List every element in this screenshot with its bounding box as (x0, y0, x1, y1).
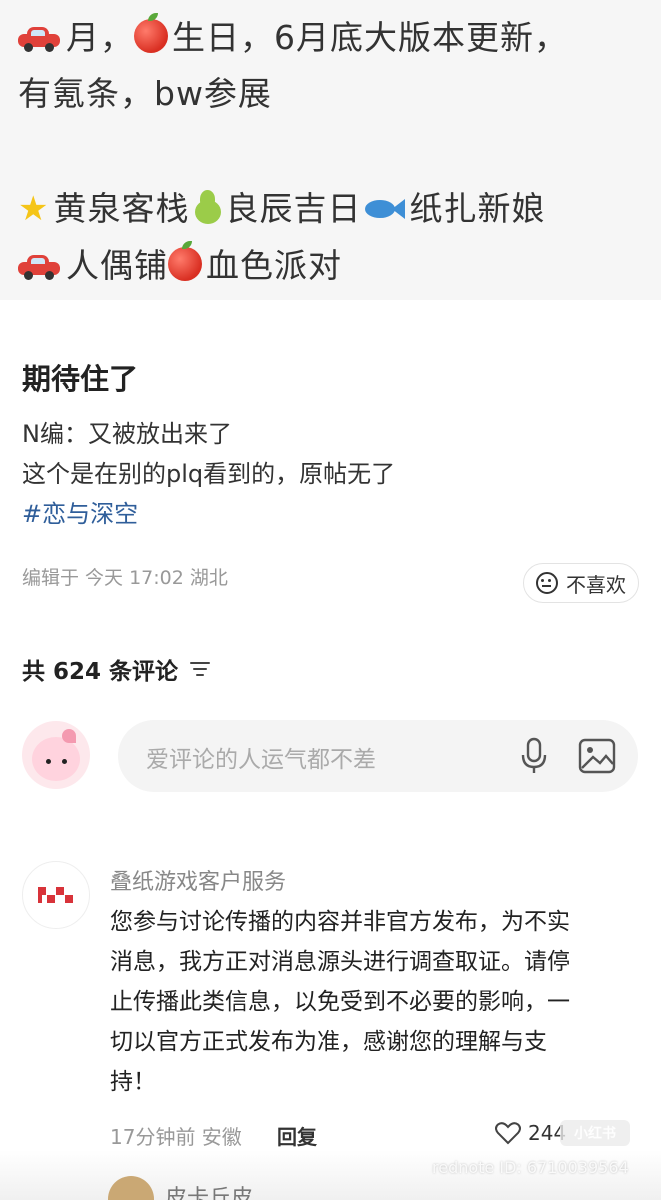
watermark-text: rednote ID: 6710039564 (432, 1158, 629, 1177)
post-image-text: 生日，6月底大版本更新， (172, 18, 568, 57)
comment-author[interactable]: 皮卡丘皮 (165, 1180, 253, 1200)
post-body-line: N编：又被放出来了 (22, 420, 232, 448)
watermark-logo: 小红书 (560, 1120, 630, 1146)
fish-emoji-icon (365, 198, 406, 220)
post-image[interactable]: 月， 生日，6月底大版本更新， 有氪条，bw参展 ★ 黄泉客栈 良辰吉日 纸扎新娘 人偶… (0, 0, 661, 300)
post-image-text: 人偶铺 (66, 246, 168, 285)
comment-count-header: 共 624 条评论 (22, 652, 211, 686)
avatar[interactable] (22, 721, 90, 789)
post-image-text: 纸扎新娘 (409, 189, 546, 228)
comment-input-placeholder: 爱评论的人运气都不差 (146, 747, 376, 773)
comment-meta: 17分钟前 安徽 (110, 1125, 242, 1149)
car-emoji-icon (18, 255, 60, 280)
comment-text: 您参与讨论传播的内容并非官方发布，为不实 消息，我方正对消息源头进行调查取证。请… (110, 902, 630, 1102)
post-meta: 编辑于 今天 17:02 湖北 (22, 567, 228, 589)
avatar[interactable] (22, 861, 90, 929)
post-image-line-2: 有氪条，bw参展 (18, 74, 272, 114)
comment-text-line: 切以官方正式发布为准，感谢您的理解与支 (110, 1029, 547, 1055)
reply-button[interactable]: 回复 (277, 1121, 317, 1150)
post-image-text: 月， (66, 18, 134, 57)
comment-text-line: 消息，我方正对消息源头进行调查取证。请停 (110, 949, 570, 975)
company-logo-icon (38, 887, 74, 903)
comment-count-label: 共 624 条评论 (22, 659, 179, 685)
post-detail-page: 月， 生日，6月底大版本更新， 有氪条，bw参展 ★ 黄泉客栈 良辰吉日 纸扎新娘 人偶… (0, 0, 661, 1200)
comment-author[interactable]: 叠纸游戏客户服务 (110, 864, 286, 896)
post-image-text: 血色派对 (206, 246, 342, 285)
image-icon[interactable] (578, 738, 616, 774)
post-body-line: 这个是在别的plq看到的，原帖无了 (22, 460, 396, 488)
microphone-icon[interactable] (520, 737, 548, 775)
comment-text-line: 持！ (110, 1069, 156, 1095)
dislike-button[interactable]: 不喜欢 (523, 563, 639, 603)
post-image-text: 良辰吉日 (225, 189, 362, 228)
dislike-label: 不喜欢 (566, 572, 626, 597)
sort-icon[interactable] (190, 661, 211, 677)
car-emoji-icon (18, 27, 60, 52)
heart-icon[interactable] (495, 1121, 521, 1145)
pear-emoji-icon (193, 188, 222, 224)
post-body: N编：又被放出来了 这个是在别的plq看到的，原帖无了 #恋与深空 (22, 414, 395, 534)
apple-emoji-icon (134, 13, 168, 53)
comment-text-line: 您参与讨论传播的内容并非官方发布，为不实 (110, 909, 570, 935)
post-image-line-1: 月， 生日，6月底大版本更新， (18, 13, 568, 58)
post-image-text: 有氪条，bw参展 (18, 74, 272, 113)
post-title: 期待住了 (22, 362, 139, 396)
hashtag-link[interactable]: #恋与深空 (22, 494, 395, 534)
apple-emoji-icon (168, 241, 202, 281)
comment-text-line: 止传播此类信息，以免受到不必要的影响，一 (110, 989, 570, 1015)
post-image-line-3: ★ 黄泉客栈 良辰吉日 纸扎新娘 (18, 188, 545, 229)
post-image-text: 黄泉客栈 (53, 189, 190, 228)
sad-face-icon (536, 572, 558, 594)
post-image-line-4: 人偶铺 血色派对 (18, 241, 342, 286)
star-emoji-icon: ★ (18, 189, 50, 229)
